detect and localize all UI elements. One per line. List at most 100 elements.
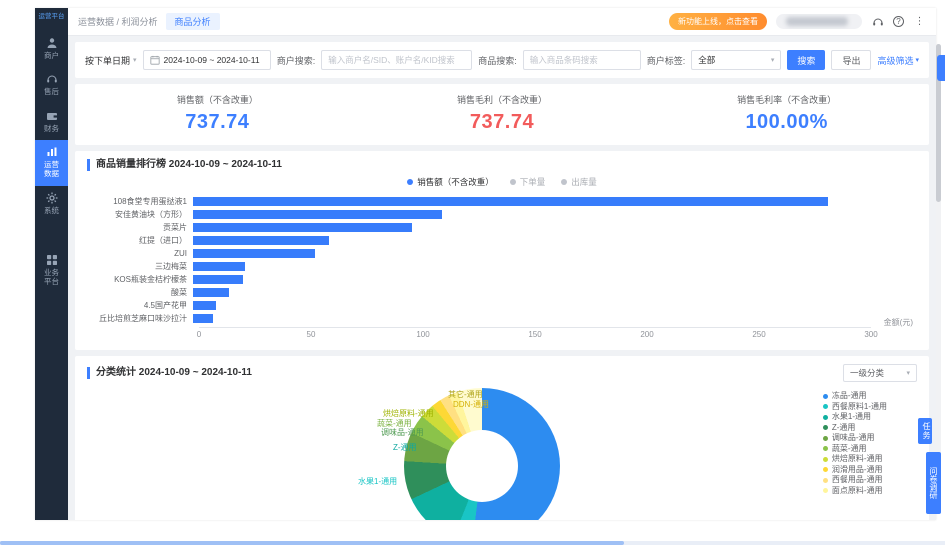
donut-legend-item[interactable]: 调味品-通用 [822,433,887,444]
bar-chart: 108食堂专用蛋挞液1 安佳黄油块（方形） 贡菜片 红提（进口） ZUI 三边梅菜 KOS瓶… [87,195,917,342]
survey-side-tab[interactable]: 问卷调研 [926,452,941,514]
help-icon[interactable]: ? [893,16,904,27]
scrollbar-thumb[interactable] [0,541,624,545]
bar-track [193,223,871,232]
bar-track [193,288,871,297]
donut-legend-item[interactable]: Z-通用 [822,423,887,434]
stat-label: 销售毛利（不含改重） [457,95,548,105]
merchant-tag-label: 商户标签: [646,55,686,66]
legend-dot-icon [561,179,568,185]
stat-gross-margin: 销售毛利率（不含改重） 100.00% [644,93,929,134]
date-range-picker[interactable]: 2024-10-09 ~ 2024-10-11 [142,50,271,70]
category-level-value: 一级分类 [850,368,885,378]
bar-chart-title: 商品销量排行榜 2024-10-09 ~ 2024-10-11 [87,159,917,171]
grid-icon [46,255,57,266]
bar-row: 4.5国产花甲 [87,299,871,312]
person-icon [47,38,56,48]
legend-dot-icon [822,488,828,494]
sidebar-item-operations-data[interactable]: 运营数据 [35,139,68,186]
sidebar-item-label: 财务 [44,123,59,133]
sidebar: 运营平台 商户 售后 财务 运营数据 系统 业务平台 [35,8,68,520]
bar-category-label: 三边梅菜 [155,262,187,271]
wallet-icon [46,112,57,120]
category-level-select[interactable]: 一级分类 ▾ [843,364,917,382]
user-phone-masked[interactable] [776,14,862,29]
more-menu-icon[interactable]: ⋮ [913,15,926,28]
date-type-select[interactable]: 按下单日期 ▾ [85,54,137,67]
legend-item[interactable]: 销售额（不含改重） [407,176,494,188]
sidebar-item-label: 售后 [44,87,59,97]
bar[interactable] [193,223,413,232]
axis-tick: 250 [752,330,766,339]
legend-dot-icon [822,456,828,462]
bar[interactable] [193,249,316,258]
legend-label: 西餐用品-通用 [831,475,883,484]
legend-item[interactable]: 下单量 [509,176,546,188]
sidebar-item-label: 运营数据 [44,159,59,179]
bar-row: KOS瓶装金桔柠檬茶 [87,273,871,286]
merchant-search-input[interactable] [321,50,473,70]
bar-track [193,301,871,310]
bar[interactable] [193,288,230,297]
bar-axis: 金额(元) 0 50 100 150 200 250 300 [197,318,913,342]
floating-side-tab[interactable] [937,55,945,81]
search-button[interactable]: 搜索 [787,50,826,70]
bar[interactable] [193,262,245,271]
legend-label: 调味品-通用 [831,433,875,442]
merchant-tag-select[interactable]: 全部 ▾ [691,50,782,70]
content-area: 按下单日期 ▾ 2024-10-09 ~ 2024-10-11 商户搜索: 商品… [68,36,936,520]
horizontal-scrollbar[interactable] [0,541,945,545]
sidebar-item-business-platform[interactable]: 业务平台 [35,248,68,294]
axis-tick: 200 [640,330,654,339]
headset-icon [46,75,57,83]
tab-product-analysis[interactable]: 商品分析 [165,13,220,30]
stat-value: 737.74 [185,111,250,133]
new-feature-banner[interactable]: 新功能上线，点击查看 [669,13,767,30]
donut-legend-item[interactable]: 润滑用品-通用 [822,465,887,476]
export-button[interactable]: 导出 [831,50,872,70]
customer-service-icon[interactable] [871,15,884,28]
product-ranking-card: 商品销量排行榜 2024-10-09 ~ 2024-10-11 销售额（不含改重… [75,151,929,350]
axis-tick: 100 [416,330,430,339]
product-search-input[interactable] [522,50,641,70]
bar[interactable] [193,197,829,206]
bar-category-label: 安佳黄油块（方形） [115,210,187,219]
bar[interactable] [193,210,442,219]
chevron-down-icon: ▾ [906,370,910,377]
legend-dot-icon [822,446,828,452]
sidebar-item-merchant[interactable]: 商户 [35,31,68,67]
sidebar-item-system[interactable]: 系统 [35,186,68,222]
stat-gross-profit: 销售毛利（不含改重） 737.74 [360,93,645,134]
stat-label: 销售毛利率（不含改重） [737,95,837,105]
bar-rows: 108食堂专用蛋挞液1 安佳黄油块（方形） 贡菜片 红提（进口） ZUI 三边梅菜 KOS瓶… [87,195,871,325]
donut-legend-item[interactable]: 西餐原料1-通用 [822,402,887,413]
donut-legend-item[interactable]: 冻品-通用 [822,391,887,402]
donut-legend-item[interactable]: 水果1-通用 [822,412,887,423]
sidebar-item-aftersales[interactable]: 售后 [35,67,68,103]
bar-category-label: 丘比培煎芝麻口味沙拉汁 [99,314,187,323]
legend-item[interactable]: 出库量 [561,176,597,188]
bar[interactable] [193,275,243,284]
x-axis-unit-label: 金额(元) [883,318,913,327]
bar[interactable] [193,314,214,323]
vertical-scrollbar[interactable] [936,44,941,512]
bar-row: 贡菜片 [87,221,871,234]
donut-legend-item[interactable]: 西餐用品-通用 [822,475,887,486]
advanced-filter-link[interactable]: 高级筛选 ▾ [877,54,919,67]
bar-track [193,262,871,271]
task-side-tab[interactable]: 任务 [918,418,932,444]
sidebar-item-finance[interactable]: 财务 [35,104,68,140]
legend-label: 面点原料-通用 [831,485,883,495]
donut-legend-item[interactable]: 面点原料-通用 [822,485,887,497]
stat-sales-amount: 销售额（不含改重） 737.74 [75,93,360,134]
donut-legend-item[interactable]: 蔬菜-通用 [822,444,887,455]
bar[interactable] [193,301,216,310]
legend-label: 下单量 [519,177,546,187]
bar-row: 三边梅菜 [87,260,871,273]
bar[interactable] [193,236,329,245]
legend-label: 销售额（不含改重） [417,177,494,187]
donut-legend: 冻品-通用西餐原料1-通用 水果1-通用 Z-通用 调味品-通用蔬菜-通用 烘焙原料-通… [822,391,887,497]
sidebar-item-label: 商户 [44,50,59,60]
legend-label: 冻品-通用 [831,391,867,400]
donut-legend-item[interactable]: 烘焙原料-通用 [822,454,887,465]
